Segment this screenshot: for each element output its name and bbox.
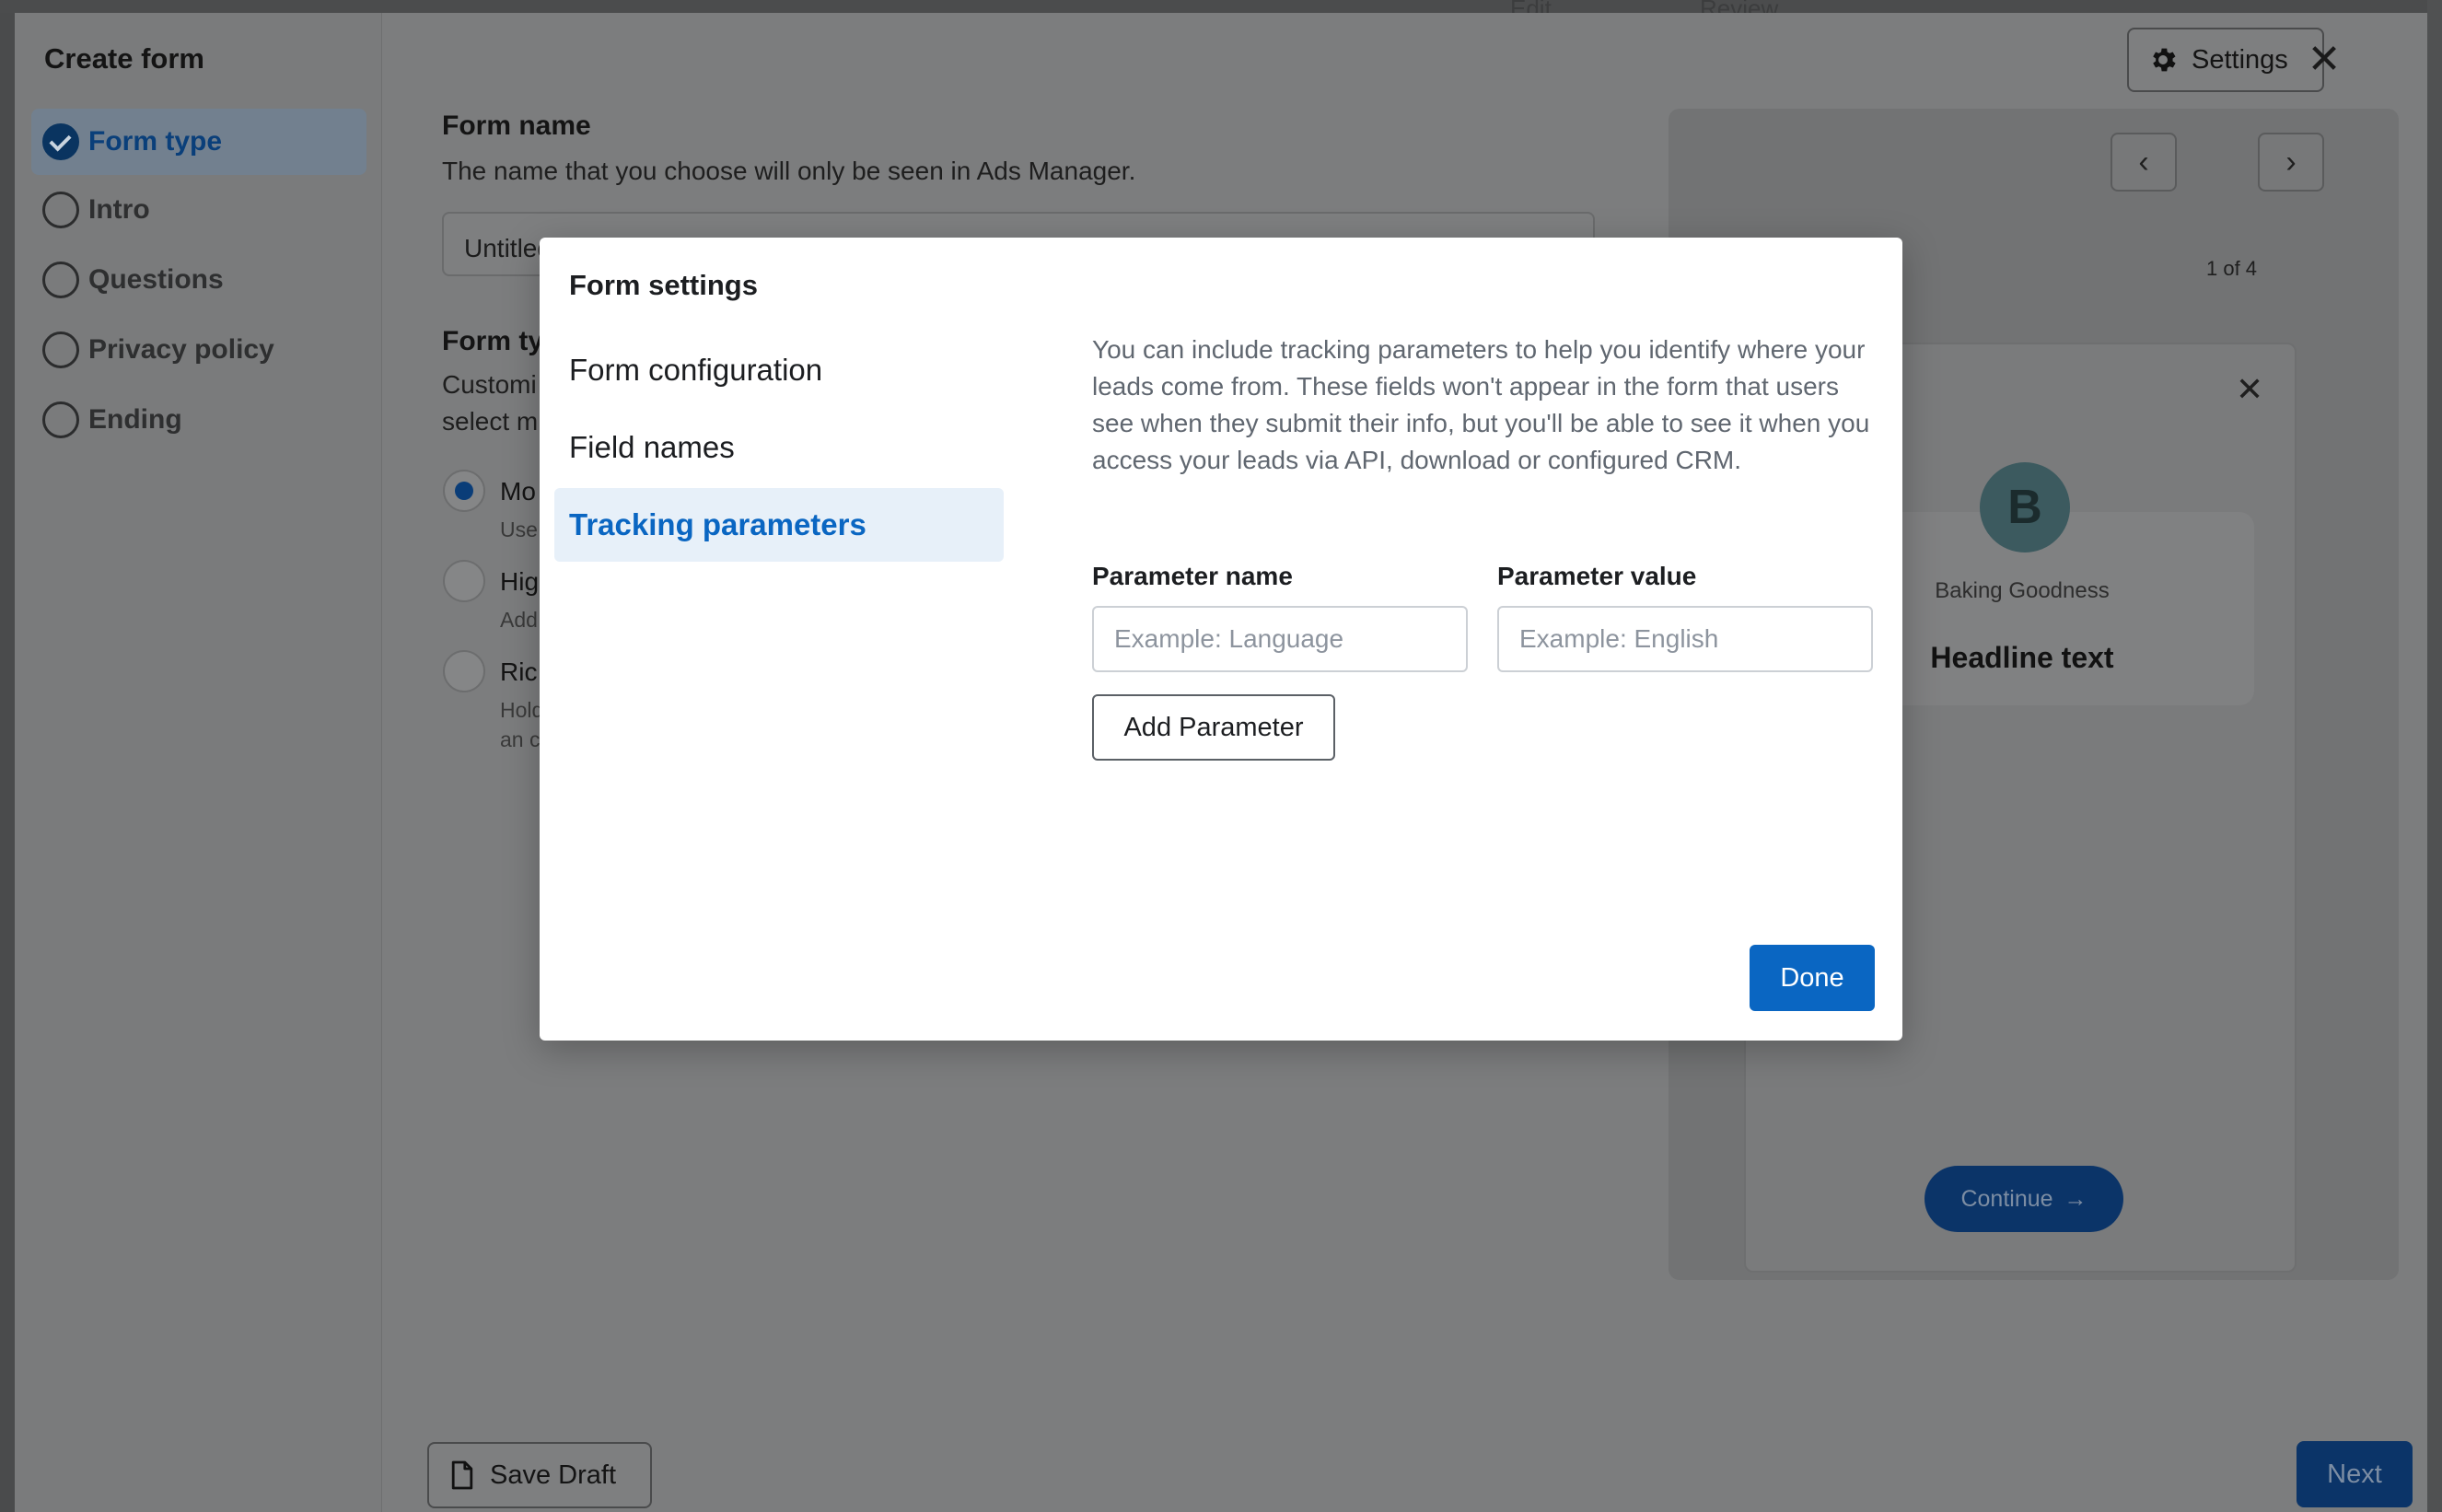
sidebar-title: Create form xyxy=(44,42,204,75)
step-intro[interactable]: Intro xyxy=(31,175,366,245)
form-type-radio-more-volume[interactable] xyxy=(443,470,485,512)
form-name-label: Form name xyxy=(442,110,591,141)
preview-continue-button: Continue → xyxy=(1925,1166,2123,1232)
done-button[interactable]: Done xyxy=(1750,945,1875,1011)
nav-form-configuration[interactable]: Form configuration xyxy=(554,333,1004,407)
preview-headline: Headline text xyxy=(1930,641,2114,674)
pager-text: 1 of 4 xyxy=(2206,257,2258,280)
form-type-help: Customi xyxy=(442,370,537,399)
settings-nav: Form configuration Field names Tracking … xyxy=(554,333,1004,565)
prev-page-button[interactable]: ‹ xyxy=(2111,133,2177,192)
parameter-name-input[interactable] xyxy=(1092,606,1468,672)
radio-label: Ric xyxy=(500,657,538,686)
step-form-type[interactable]: Form type xyxy=(31,109,366,175)
step-label: Questions xyxy=(88,264,224,295)
parameter-value-input[interactable] xyxy=(1497,606,1873,672)
step-ending[interactable]: Ending xyxy=(31,385,366,455)
arrow-right-icon: → xyxy=(2064,1185,2087,1212)
nav-field-names[interactable]: Field names xyxy=(554,411,1004,484)
gear-icon xyxy=(2153,48,2176,72)
top-toolbar: Edit Review xyxy=(0,0,2442,22)
add-parameter-button[interactable]: Add Parameter xyxy=(1092,694,1335,761)
next-page-button[interactable]: › xyxy=(2258,133,2324,192)
form-name-help: The name that you choose will only be se… xyxy=(442,157,1136,185)
form-type-label: Form ty xyxy=(442,326,544,356)
background-page-edge xyxy=(2427,0,2442,1512)
document-icon xyxy=(451,1460,473,1490)
step-label: Privacy policy xyxy=(88,334,274,365)
settings-button[interactable]: Settings xyxy=(2127,28,2324,92)
next-button[interactable]: Next xyxy=(2297,1441,2413,1507)
radio-sublabel: Add xyxy=(500,608,538,632)
form-type-radio-higher-intent[interactable] xyxy=(443,560,485,602)
next-label: Next xyxy=(2327,1459,2382,1489)
step-label: Form type xyxy=(88,126,223,157)
empty-circle-icon xyxy=(42,262,79,298)
continue-label: Continue xyxy=(1960,1185,2053,1212)
preview-close-icon: ✕ xyxy=(2236,370,2264,408)
brand-name: Baking Goodness xyxy=(1935,578,2110,603)
parameter-value-label: Parameter value xyxy=(1497,562,1697,590)
empty-circle-icon xyxy=(42,192,79,228)
radio-label: Hig xyxy=(500,567,540,596)
step-label: Ending xyxy=(88,404,182,435)
form-settings-modal: Form settings Form configuration Field n… xyxy=(540,238,1902,1041)
empty-circle-icon xyxy=(42,401,79,438)
steps-sidebar: Create form Form type Intro Questions Pr… xyxy=(15,13,382,1512)
chevron-right-icon: › xyxy=(2285,144,2297,180)
check-circle-icon xyxy=(42,123,79,160)
radio-sublabel: Hold xyxy=(500,698,544,722)
step-label: Intro xyxy=(88,194,150,225)
step-privacy-policy[interactable]: Privacy policy xyxy=(31,315,366,385)
radio-sublabel: Use xyxy=(500,518,538,541)
close-icon[interactable]: ✕ xyxy=(2297,31,2352,87)
modal-title: Form settings xyxy=(569,269,758,301)
radio-label: Mo xyxy=(500,477,536,506)
nav-tracking-parameters[interactable]: Tracking parameters xyxy=(554,488,1004,562)
avatar: B xyxy=(1980,462,2070,552)
save-draft-button[interactable]: Save Draft xyxy=(427,1442,652,1508)
radio-sublabel-2: an c xyxy=(500,727,541,751)
form-type-help-2: select m xyxy=(442,407,539,436)
parameter-name-label: Parameter name xyxy=(1092,562,1293,590)
steps-list: Form type Intro Questions Privacy policy… xyxy=(31,109,366,455)
form-type-radio-rich-creative[interactable] xyxy=(443,650,485,692)
preview-card xyxy=(1886,512,2254,705)
chevron-left-icon: ‹ xyxy=(2138,144,2149,180)
settings-label: Settings xyxy=(2192,44,2288,75)
tracking-description: You can include tracking parameters to h… xyxy=(1092,335,1870,474)
step-questions[interactable]: Questions xyxy=(31,245,366,315)
save-draft-label: Save Draft xyxy=(490,1460,616,1490)
empty-circle-icon xyxy=(42,331,79,368)
